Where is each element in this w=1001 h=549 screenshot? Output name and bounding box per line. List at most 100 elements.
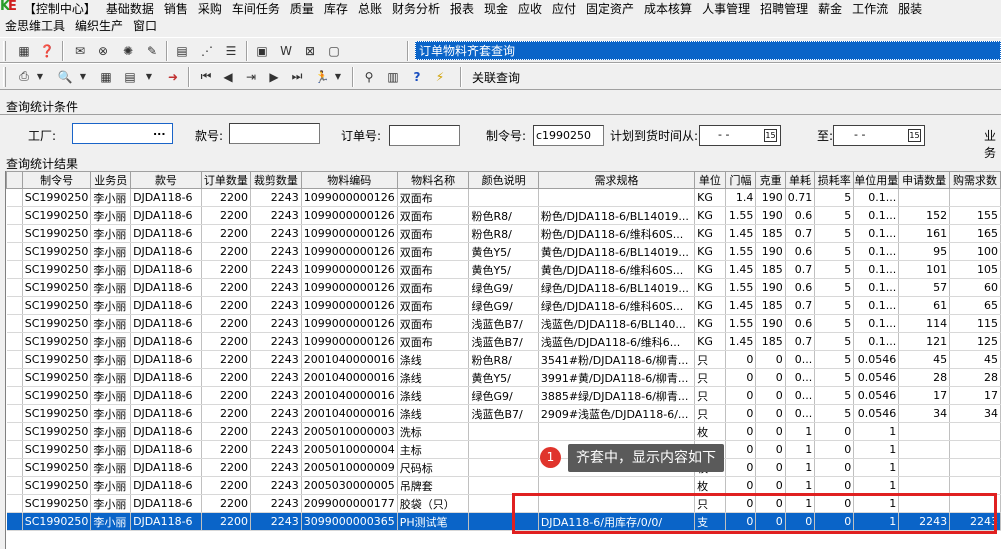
table-cell[interactable]: 0 [725,422,757,441]
table-cell[interactable]: 李小丽 [90,242,132,261]
table-cell[interactable] [538,422,696,441]
table-cell[interactable]: 黄色/DJDA118-6/维科60S... [538,260,696,279]
table-cell[interactable]: 2099000000177 [301,494,398,513]
table-cell[interactable]: SC1990250 [22,440,92,459]
table-cell[interactable]: 支 [694,512,726,531]
table-cell[interactable]: 1.55 [725,206,757,225]
table-cell[interactable]: 185 [755,260,786,279]
table-cell[interactable]: 涤线 [397,350,470,369]
table-row[interactable]: SC1990250 李小丽 DJDA118-6 2200 2243 10990000001… [6,278,1001,297]
table-cell[interactable]: 2200 [201,206,251,225]
table-cell[interactable]: 5 [814,224,855,243]
table-cell[interactable]: 2243 [250,188,302,207]
table-cell[interactable]: 0.1... [853,278,900,297]
table-cell[interactable]: 105 [949,260,1001,279]
table-row[interactable]: SC1990250 李小丽 DJDA118-6 2200 2243 10990000001… [6,242,1001,261]
table-cell[interactable]: 45 [949,350,1001,369]
table-cell[interactable]: 粉色R8/ [468,224,539,243]
table-cell[interactable]: 0.6 [785,278,816,297]
excel-icon[interactable]: ⊠ [300,41,320,60]
table-cell[interactable]: 1.45 [725,332,757,351]
row-indicator[interactable] [6,206,23,225]
table-cell[interactable]: 2200 [201,440,251,459]
table-cell[interactable]: 绿色/DJDA118-6/维科60S... [538,296,696,315]
column-header[interactable]: 克重 [755,171,786,189]
table-cell[interactable]: 155 [949,206,1001,225]
table-cell[interactable]: 190 [755,206,786,225]
table-row[interactable]: SC1990250 李小丽 DJDA118-6 2200 2243 20010400000… [6,350,1001,369]
table-cell[interactable]: 28 [898,368,951,387]
menu-item[interactable]: 【控制中心】 [24,0,101,18]
related-query-button[interactable]: 关联查询 [472,69,520,86]
column-header[interactable]: 裁剪数量 [249,171,302,189]
table-cell[interactable]: 双面布 [397,332,470,351]
menu-item[interactable]: 成本核算 [639,0,697,18]
table-cell[interactable]: 黄色/DJDA118-6/BL14019... [538,242,696,261]
table-cell[interactable]: 0.1... [853,260,900,279]
table-cell[interactable]: 浅蓝色B7/ [468,314,539,333]
table-cell[interactable]: 1 [785,494,816,513]
table-cell[interactable]: 2200 [201,242,251,261]
table-row[interactable]: SC1990250 李小丽 DJDA118-6 2200 2243 20010400000… [6,368,1001,387]
table-cell[interactable]: 2243 [898,512,951,531]
preview-icon[interactable]: 🔍 [55,67,75,86]
columns-icon[interactable]: ▤ [120,67,140,86]
column-header[interactable]: 单位用量 [853,171,900,189]
table-row[interactable]: SC1990250 李小丽 DJDA118-6 2200 2243 10990000001… [6,188,1001,207]
row-indicator[interactable] [6,260,23,279]
table-row[interactable]: SC1990250 李小丽 DJDA118-6 2200 2243 10990000001… [6,332,1001,351]
table-row[interactable]: SC1990250 李小丽 DJDA118-6 2200 2243 10990000001… [6,314,1001,333]
table-cell[interactable]: 0 [725,350,757,369]
table-cell[interactable]: 0 [814,494,855,513]
menu-item[interactable]: 固定资产 [581,0,639,18]
table-cell[interactable]: 5 [814,278,855,297]
table-cell[interactable]: 主标 [397,440,470,459]
table-cell[interactable]: 2200 [201,476,251,495]
table-cell[interactable] [538,494,696,513]
table-cell[interactable]: 0.7 [785,296,816,315]
next-record-icon[interactable]: ▶ [264,67,284,86]
table-cell[interactable]: SC1990250 [22,386,92,405]
table-cell[interactable]: 3885#绿/DJDA118-6/柳青... [538,386,696,405]
table-cell[interactable]: 浅蓝色B7/ [468,332,539,351]
table-cell[interactable]: 1 [853,494,900,513]
table-cell[interactable]: 0 [725,494,757,513]
menu-item[interactable]: 编织生产 [70,17,128,35]
window-title-tab[interactable]: 订单物料齐套查询 [415,41,1001,60]
table-cell[interactable] [468,512,539,531]
column-header[interactable]: 物料编码 [300,171,398,189]
table-cell[interactable] [898,476,951,495]
table-cell[interactable]: 2200 [201,404,251,423]
table-cell[interactable]: 2243 [250,386,302,405]
table-cell[interactable]: 黄色Y5/ [468,368,539,387]
column-header[interactable]: 单耗 [784,171,816,189]
table-cell[interactable]: 李小丽 [90,512,132,531]
table-cell[interactable]: 5 [814,368,855,387]
table-cell[interactable]: 17 [898,386,951,405]
table-cell[interactable]: 3541#粉/DJDA118-6/柳青... [538,350,696,369]
column-header[interactable]: 颜色说明 [468,171,539,189]
table-cell[interactable]: 1099000000126 [301,278,398,297]
table-cell[interactable]: 2243 [250,422,302,441]
menu-item[interactable]: 财务分析 [387,0,445,18]
table-cell[interactable]: 114 [898,314,951,333]
factory-lookup-button[interactable]: ... [153,125,166,138]
table-row[interactable]: SC1990250 李小丽 DJDA118-6 2200 2243 10990000001… [6,296,1001,315]
results-grid[interactable]: 制令号 业务员 款号 订单数量 裁剪数量 物料编码 物料名称 颜色说明 需求规格 单位 门幅 克重 单耗… [5,171,1001,549]
table-cell[interactable]: 粉色/DJDA118-6/BL14019... [538,206,696,225]
table-cell[interactable]: SC1990250 [22,296,92,315]
help-cursor-icon[interactable]: ❓ [37,41,57,60]
table-cell[interactable]: 2200 [201,368,251,387]
table-cell[interactable]: 0 [814,458,855,477]
menu-item[interactable]: 报表 [445,0,479,18]
table-cell[interactable]: 1.4 [725,188,757,207]
table-cell[interactable]: 185 [755,224,786,243]
table-row[interactable]: SC1990250 李小丽 DJDA118-6 2200 2243 30990000003… [6,512,1001,531]
calendar-icon[interactable]: 15 [764,129,777,142]
attach-icon[interactable]: ✎ [142,41,162,60]
table-cell[interactable]: 1099000000126 [301,188,398,207]
table-cell[interactable]: 0 [755,476,786,495]
table-cell[interactable]: 1099000000126 [301,224,398,243]
table-cell[interactable]: 100 [949,242,1001,261]
table-row[interactable]: SC1990250 李小丽 DJDA118-6 2200 2243 20050100000… [6,440,1001,459]
